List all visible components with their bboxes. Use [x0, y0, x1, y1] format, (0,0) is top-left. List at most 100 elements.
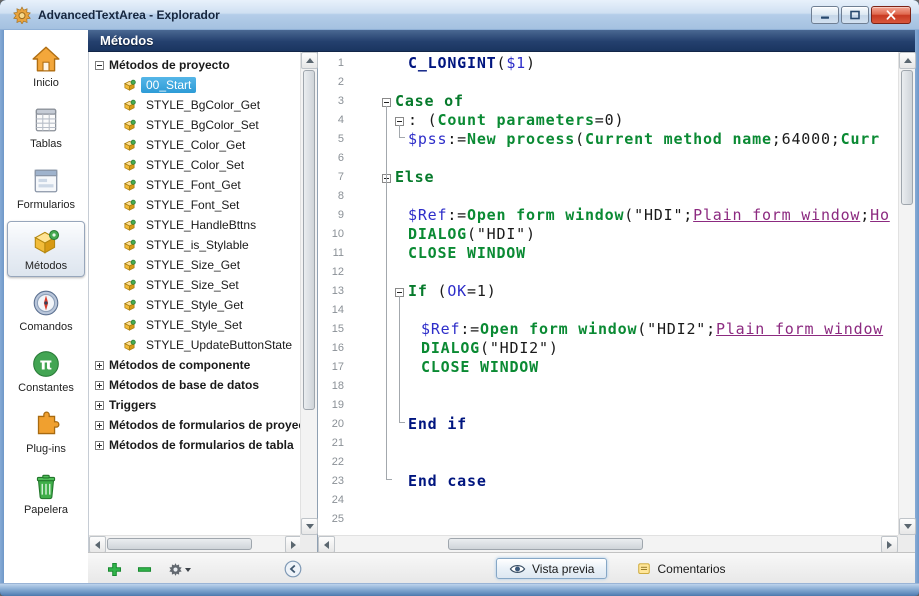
tree-scroll-down-button[interactable]	[301, 518, 318, 535]
sidebar-item-inicio[interactable]: Inicio	[7, 38, 85, 94]
code-line[interactable]: End case	[353, 472, 898, 491]
code-line[interactable]: If (OK=1)	[353, 282, 898, 301]
code-line[interactable]: CLOSE WINDOW	[353, 358, 898, 377]
line-number[interactable]: 3	[319, 92, 352, 111]
sidebar-item-comandos[interactable]: Comandos	[7, 282, 85, 338]
line-number[interactable]: 25	[319, 510, 352, 529]
code-line[interactable]: C_LONGINT($1)	[353, 54, 898, 73]
code-line[interactable]: : (Count parameters=0)	[353, 111, 898, 130]
code-line[interactable]: DIALOG("HDI2")	[353, 339, 898, 358]
line-number[interactable]: 4	[319, 111, 352, 130]
editor-scroll-up-button[interactable]	[899, 52, 916, 69]
tree-item-row[interactable]: STYLE_Style_Set	[90, 315, 300, 335]
expand-toggle-icon[interactable]	[95, 361, 104, 370]
line-number[interactable]: 21	[319, 434, 352, 453]
line-number[interactable]: 22	[319, 453, 352, 472]
tree-item-row[interactable]: 00_Start	[90, 75, 300, 95]
tree-scroll-left-button[interactable]	[89, 536, 106, 553]
line-number[interactable]: 18	[319, 377, 352, 396]
editor-hscroll-thumb[interactable]	[448, 538, 643, 550]
code-line[interactable]	[353, 510, 898, 529]
tree-vscroll-thumb[interactable]	[303, 70, 315, 410]
tree-group-row[interactable]: Triggers	[90, 395, 300, 415]
code-line[interactable]	[353, 149, 898, 168]
line-number[interactable]: 15	[319, 320, 352, 339]
tree-item-row[interactable]: STYLE_is_Stylable	[90, 235, 300, 255]
editor-scroll-down-button[interactable]	[899, 518, 916, 535]
line-number[interactable]: 23	[319, 472, 352, 491]
tree-item-row[interactable]: STYLE_BgColor_Set	[90, 115, 300, 135]
line-number[interactable]: 6	[319, 149, 352, 168]
code-line[interactable]: Case of	[353, 92, 898, 111]
tree-item-row[interactable]: STYLE_Font_Get	[90, 175, 300, 195]
line-number[interactable]: 10	[319, 225, 352, 244]
line-number[interactable]: 19	[319, 396, 352, 415]
sidebar-item-constantes[interactable]: πConstantes	[7, 343, 85, 399]
tree-group-row[interactable]: Métodos de formularios de proyecto	[90, 415, 300, 435]
line-number[interactable]: 17	[319, 358, 352, 377]
line-number[interactable]: 9	[319, 206, 352, 225]
editor-scroll-left-button[interactable]	[318, 536, 335, 553]
code-line[interactable]	[353, 453, 898, 472]
code-line[interactable]: CLOSE WINDOW	[353, 244, 898, 263]
tree-hscroll-thumb[interactable]	[107, 538, 252, 550]
line-number[interactable]: 20	[319, 415, 352, 434]
expand-toggle-icon[interactable]	[95, 381, 104, 390]
tree-item-row[interactable]: STYLE_Style_Get	[90, 295, 300, 315]
code-line[interactable]	[353, 301, 898, 320]
tree-group-row[interactable]: Métodos de base de datos	[90, 375, 300, 395]
expand-toggle-icon[interactable]	[95, 421, 104, 430]
tree-group-row[interactable]: Métodos de componente	[90, 355, 300, 375]
tree-horizontal-scrollbar[interactable]	[89, 535, 302, 552]
comments-button[interactable]: Comentarios	[629, 558, 733, 579]
tree-group-row[interactable]: Métodos de formularios de tabla	[90, 435, 300, 455]
line-number[interactable]: 11	[319, 244, 352, 263]
line-number[interactable]: 12	[319, 263, 352, 282]
editor-scroll-right-button[interactable]	[881, 536, 898, 553]
options-menu-button[interactable]	[164, 559, 194, 579]
remove-method-button[interactable]	[132, 559, 156, 579]
code-line[interactable]	[353, 396, 898, 415]
tree-item-row[interactable]: STYLE_Color_Get	[90, 135, 300, 155]
add-method-button[interactable]	[102, 559, 126, 579]
code-line[interactable]: $Ref:=Open form window("HDI2";Plain form…	[353, 320, 898, 339]
tree-item-row[interactable]: STYLE_BgColor_Get	[90, 95, 300, 115]
tree-scroll-up-button[interactable]	[301, 52, 318, 69]
code-line[interactable]: $Ref:=Open form window("HDI";Plain form …	[353, 206, 898, 225]
sidebar-item-tablas[interactable]: Tablas	[7, 99, 85, 155]
code-lines[interactable]: C_LONGINT($1) Case of: (Count parameters=…	[353, 54, 898, 535]
tree-item-row[interactable]: STYLE_Size_Set	[90, 275, 300, 295]
code-line[interactable]	[353, 377, 898, 396]
line-number[interactable]: 14	[319, 301, 352, 320]
tree-item-row[interactable]: STYLE_UpdateButtonState	[90, 335, 300, 355]
code-line[interactable]	[353, 73, 898, 92]
line-number[interactable]: 2	[319, 73, 352, 92]
line-number[interactable]: 1	[319, 54, 352, 73]
titlebar[interactable]: AdvancedTextArea - Explorador	[0, 0, 919, 30]
tree-vertical-scrollbar[interactable]	[300, 52, 317, 535]
line-number[interactable]: 24	[319, 491, 352, 510]
tree-item-row[interactable]: STYLE_HandleBttns	[90, 215, 300, 235]
code-line[interactable]: DIALOG("HDI")	[353, 225, 898, 244]
tree-item-row[interactable]: STYLE_Color_Set	[90, 155, 300, 175]
line-number[interactable]: 16	[319, 339, 352, 358]
expand-toggle-icon[interactable]	[95, 441, 104, 450]
code-line[interactable]: $pss:=New process(Current method name;64…	[353, 130, 898, 149]
close-button[interactable]	[871, 6, 911, 24]
minimize-button[interactable]	[811, 6, 839, 24]
expand-toggle-icon[interactable]	[95, 401, 104, 410]
editor-horizontal-scrollbar[interactable]	[318, 535, 898, 552]
code-line[interactable]: End if	[353, 415, 898, 434]
collapse-panel-button[interactable]	[284, 560, 302, 578]
tree-group-row[interactable]: Métodos de proyecto	[90, 55, 300, 75]
collapse-toggle-icon[interactable]	[95, 61, 104, 70]
maximize-button[interactable]	[841, 6, 869, 24]
editor-vertical-scrollbar[interactable]	[898, 52, 915, 535]
code-line[interactable]	[353, 263, 898, 282]
sidebar-item-formularios[interactable]: Formularios	[7, 160, 85, 216]
line-number[interactable]: 13	[319, 282, 352, 301]
line-number[interactable]: 7	[319, 168, 352, 187]
code-line[interactable]	[353, 187, 898, 206]
preview-button[interactable]: Vista previa	[496, 558, 607, 579]
line-number[interactable]: 5	[319, 130, 352, 149]
